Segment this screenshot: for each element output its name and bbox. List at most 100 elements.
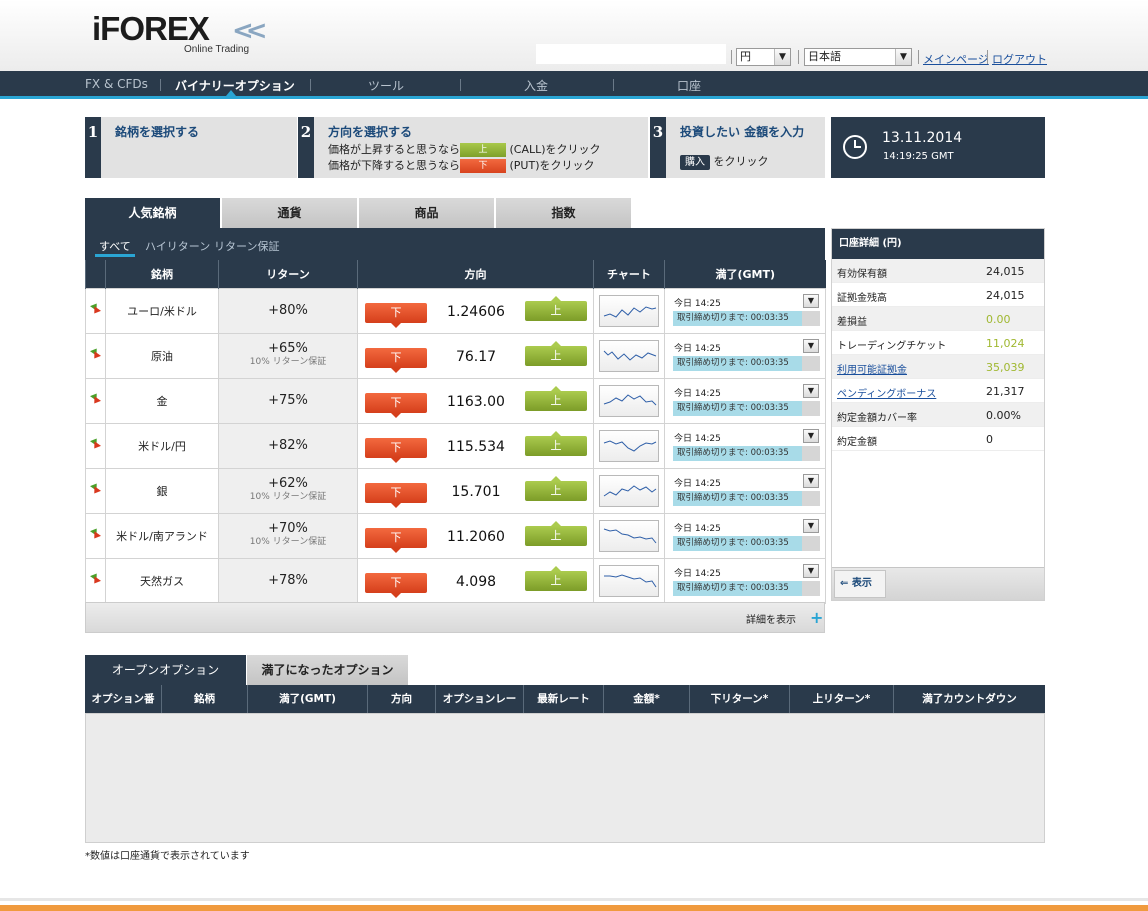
mini-chart[interactable]: [599, 339, 659, 372]
step-number: 2: [298, 117, 314, 178]
expiry-time: 今日 14:25: [674, 478, 721, 489]
expiry-dropdown[interactable]: ▼: [803, 338, 819, 353]
nav-deposit[interactable]: 入金: [524, 77, 548, 94]
return-cell: +62% 10% リターン保証: [218, 467, 358, 514]
tab-popular[interactable]: 人気銘柄: [85, 198, 221, 228]
plus-icon[interactable]: +: [810, 608, 823, 627]
expiry-dropdown[interactable]: ▼: [803, 383, 819, 398]
call-button[interactable]: 上: [525, 385, 587, 411]
put-button[interactable]: 下: [365, 482, 427, 508]
expiry-cell: 今日 14:25 ▼ 取引締め切りまで: 00:03:35: [664, 287, 826, 334]
put-button[interactable]: 下: [365, 527, 427, 553]
asset-name: 米ドル/円: [105, 422, 219, 469]
expiry-dropdown[interactable]: ▼: [803, 518, 819, 533]
account-label[interactable]: 利用可能証拠金: [837, 361, 907, 376]
mini-chart[interactable]: [599, 429, 659, 462]
tab-commodities[interactable]: 商品: [359, 198, 495, 228]
expiry-cell: 今日 14:25 ▼ 取引締め切りまで: 00:03:35: [664, 332, 826, 379]
nav-account[interactable]: 口座: [677, 77, 701, 94]
countdown-track: [802, 580, 820, 596]
arrow-left-icon: ⇐: [840, 578, 849, 589]
current-rate: 76.17: [455, 348, 497, 365]
trade-countdown: 取引締め切りまで: 00:03:35: [673, 400, 802, 416]
step-number: 3: [650, 117, 666, 178]
expiry-cell: 今日 14:25 ▼ 取引締め切りまで: 00:03:35: [664, 467, 826, 514]
clock-icon: [843, 135, 867, 159]
expiry-time: 今日 14:25: [674, 343, 721, 354]
put-sample-button: 下: [460, 159, 506, 173]
put-button[interactable]: 下: [365, 302, 427, 328]
direction-cell: 下 11.2060 上: [357, 512, 594, 559]
mini-chart[interactable]: [599, 519, 659, 552]
step-1-panel: 1 銘柄を選択する: [85, 117, 297, 178]
nav-divider: [160, 79, 161, 91]
trade-countdown: 取引締め切りまで: 00:03:35: [673, 535, 802, 551]
step-title: 方向を選択する: [328, 125, 413, 139]
current-rate: 15.701: [451, 483, 501, 500]
expiry-dropdown[interactable]: ▼: [803, 428, 819, 443]
call-button[interactable]: 上: [525, 475, 587, 501]
chart-cell: [593, 422, 665, 469]
site-header: iFOREX << Online Trading 円 ▼ 日本語 ▼ メインペー…: [0, 0, 1148, 71]
main-page-link[interactable]: メインページ: [923, 51, 989, 67]
expiry-dropdown[interactable]: ▼: [803, 473, 819, 488]
subtab-all[interactable]: すべて: [99, 238, 131, 254]
iforex-logo[interactable]: iFOREX << Online Trading: [92, 12, 267, 60]
put-button[interactable]: 下: [365, 572, 427, 598]
asset-row: 米ドル/南アランド +70% 10% リターン保証下 11.2060 上今日 14:25…: [85, 512, 826, 559]
call-button[interactable]: 上: [525, 520, 587, 546]
account-label: 約定金額カバー率: [837, 413, 917, 424]
call-button[interactable]: 上: [525, 565, 587, 591]
options-col-header: 満了(GMT): [247, 685, 367, 713]
subtab-return-guarantee[interactable]: リターン保証: [214, 238, 279, 254]
account-value: 0.00%: [986, 409, 1021, 422]
step-call-instruction: 価格が上昇すると思うなら上 (CALL)をクリック: [328, 141, 601, 157]
chevron-down-icon: ▼: [895, 49, 911, 65]
currency-select[interactable]: 円 ▼: [736, 48, 791, 66]
expiry-dropdown[interactable]: ▼: [803, 293, 819, 308]
nav-fx-cfds[interactable]: FX & CFDs: [85, 77, 148, 91]
account-label[interactable]: ペンディングボーナス: [837, 385, 936, 400]
nav-divider: [613, 79, 614, 91]
mini-chart[interactable]: [599, 294, 659, 327]
show-more-link[interactable]: 詳細を表示: [746, 611, 796, 626]
language-select[interactable]: 日本語 ▼: [804, 48, 912, 66]
logout-link[interactable]: ログアウト: [992, 51, 1047, 67]
return-guarantee-label: 10% リターン保証: [249, 357, 327, 367]
tab-open-options[interactable]: オープンオプション: [85, 655, 246, 685]
show-button[interactable]: ⇐ 表示: [834, 570, 886, 598]
chart-cell: [593, 512, 665, 559]
expiry-dropdown[interactable]: ▼: [803, 563, 819, 578]
put-button[interactable]: 下: [365, 437, 427, 463]
step-put-instruction: 価格が下降すると思うなら下 (PUT)をクリック: [328, 157, 595, 173]
call-button[interactable]: 上: [525, 340, 587, 366]
mini-chart[interactable]: [599, 474, 659, 507]
call-button[interactable]: 上: [525, 295, 587, 321]
account-row: ペンディングボーナス 21,317: [832, 379, 1044, 403]
col-return: リターン: [218, 260, 358, 288]
account-label: 差損益: [837, 317, 867, 328]
col-asset: 銘柄: [105, 260, 219, 288]
tab-currencies[interactable]: 通貨: [222, 198, 358, 228]
call-button[interactable]: 上: [525, 430, 587, 456]
nav-tools[interactable]: ツール: [368, 77, 404, 94]
mini-chart[interactable]: [599, 564, 659, 597]
subtab-high-return[interactable]: ハイリターン: [145, 238, 210, 254]
account-label: 証拠金残高: [837, 293, 887, 304]
return-cell: +80%: [218, 287, 358, 334]
asset-row: ユーロ/米ドル +80% 下 1.24606 上 今日 14:25 ▼ 取引締め切りまで: 0…: [85, 287, 826, 334]
account-row: トレーディングチケット 11,024: [832, 331, 1044, 355]
mini-chart[interactable]: [599, 384, 659, 417]
chart-cell: [593, 332, 665, 379]
asset-name: 銀: [105, 467, 219, 514]
instruction-text: 価格が下降すると思うなら: [328, 159, 460, 172]
trend-cell: [85, 557, 106, 604]
col-expiry: 満了(GMT): [664, 260, 826, 288]
put-button[interactable]: 下: [365, 347, 427, 373]
tab-expired-options[interactable]: 満了になったオプション: [247, 655, 408, 685]
account-value: 11,024: [986, 337, 1025, 350]
put-button[interactable]: 下: [365, 392, 427, 418]
trend-arrows-icon: [91, 393, 100, 405]
tab-indices[interactable]: 指数: [496, 198, 632, 228]
account-value: 24,015: [986, 265, 1025, 278]
